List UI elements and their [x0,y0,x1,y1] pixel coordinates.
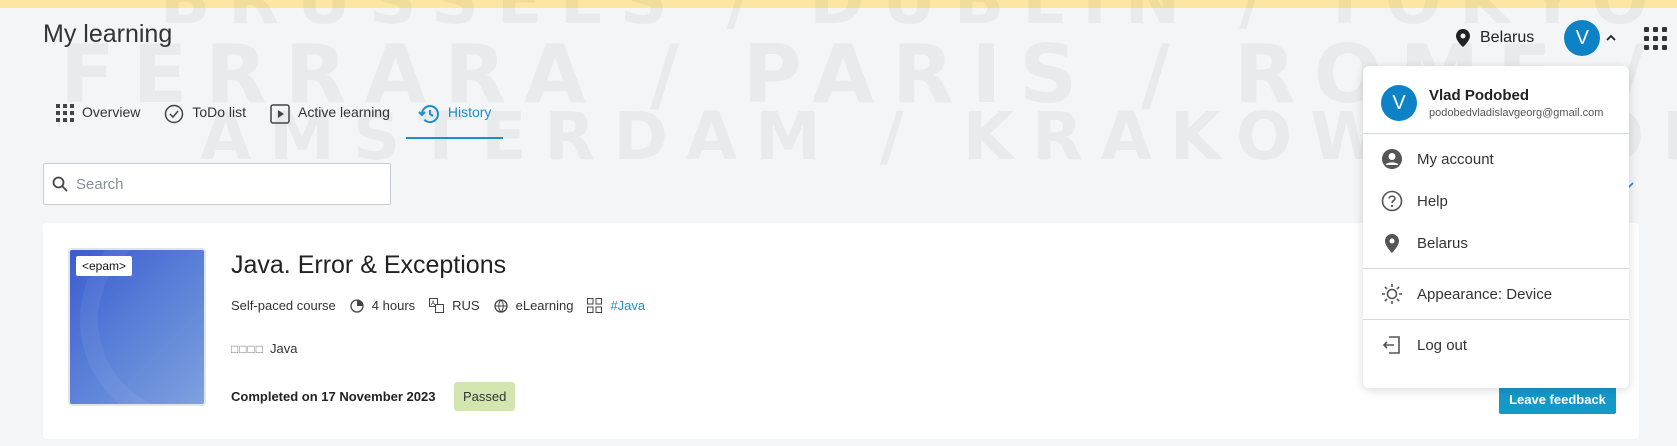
tab-history[interactable]: History [405,100,504,139]
user-menu-button[interactable]: V [1564,20,1616,56]
leave-feedback-button[interactable]: Leave feedback [1499,384,1616,414]
completed-date: Completed on 17 November 2023 [231,389,436,404]
location-label: Belarus [1480,29,1535,46]
course-duration: 4 hours [350,298,415,313]
top-accent-strip [0,0,1677,8]
java-tag-link[interactable]: #Java [610,298,645,313]
header-right: Belarus V [1456,18,1668,58]
sun-icon [1382,284,1402,304]
grid-icon [56,104,74,122]
page-title: My learning [43,20,173,48]
skill-label: Java [270,341,298,356]
course-title[interactable]: Java. Error & Exceptions [231,251,506,280]
course-language: A RUS [429,298,480,313]
account-icon [1382,149,1402,169]
skill-row: □□□□ Java [231,341,297,356]
play-icon [270,104,290,124]
tab-label: Active learning [298,104,390,120]
user-name: Vlad Podobed [1429,87,1530,104]
tab-active-learning[interactable]: Active learning [270,100,402,139]
tab-overview[interactable]: Overview [56,100,152,139]
menu-item-appearance[interactable]: Appearance: Device [1363,273,1629,315]
clock-icon [350,298,364,313]
help-icon [1381,190,1403,212]
course-thumbnail[interactable]: <epam> [68,248,206,406]
course-format: eLearning [493,298,573,313]
translate-icon: A [429,298,445,313]
user-email: podobedvladislavgeorg@gmail.com [1429,107,1604,119]
menu-item-logout[interactable]: Log out [1363,324,1629,366]
course-tag: #Java [587,298,645,313]
search-box [43,163,391,205]
course-meta: Self-paced course 4 hours A RUS eLearnin… [231,298,649,313]
tab-label: Overview [82,104,141,120]
epam-logo: <epam> [76,256,133,276]
user-dropdown-menu: V Vlad Podobed podobedvladislavgeorg@gma… [1363,66,1629,388]
tab-label: ToDo list [192,104,247,120]
check-circle-icon [165,104,184,124]
menu-item-help[interactable]: Help [1363,180,1629,222]
tab-label: History [447,104,492,120]
category-icon [587,298,603,313]
apps-grid-icon[interactable] [1644,26,1668,50]
menu-item-location[interactable]: Belarus [1363,222,1629,264]
logout-icon [1382,336,1400,354]
dropdown-user-info: V Vlad Podobed podobedvladislavgeorg@gma… [1363,66,1629,133]
search-input[interactable] [76,175,376,193]
globe-icon [493,298,508,313]
search-icon [52,176,68,192]
avatar: V [1564,20,1601,56]
location-pin-icon [1456,29,1470,47]
chevron-up-icon [1606,34,1616,41]
menu-item-my-account[interactable]: My account [1363,138,1629,180]
location-icon [1385,234,1399,253]
tab-todo-list[interactable]: ToDo list [164,100,258,139]
tabs: Overview ToDo list Active learning Histo… [56,100,515,139]
location-selector[interactable]: Belarus [1456,29,1534,47]
course-type: Self-paced course [231,298,336,313]
avatar: V [1381,85,1417,121]
status-badge: Passed [454,382,516,411]
skill-rating: □□□□ [231,341,264,356]
history-icon [418,105,439,124]
